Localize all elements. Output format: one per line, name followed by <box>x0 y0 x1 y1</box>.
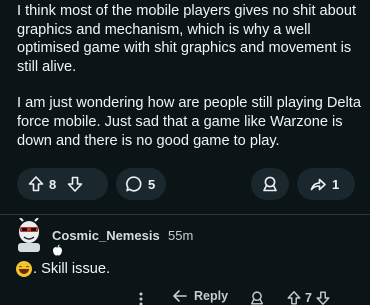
share-icon <box>310 178 326 191</box>
comment-vote-count: 7 <box>305 291 312 305</box>
post-paragraph: I think most of the mobile players gives… <box>17 3 357 75</box>
share-count: 1 <box>332 176 340 192</box>
comment-count: 5 <box>148 176 156 192</box>
post-detail-view: I think most of the mobile players gives… <box>0 0 370 305</box>
post-body: I think most of the mobile players gives… <box>17 2 362 150</box>
avatar[interactable] <box>14 218 44 252</box>
downvote-icon[interactable] <box>315 290 331 305</box>
vote-control: 8 <box>17 168 108 200</box>
downvote-icon[interactable] <box>66 175 84 193</box>
more-options-icon[interactable] <box>136 291 146 305</box>
comment-action-bar: Reply 7 <box>0 289 370 305</box>
comment-body: . Skill issue. <box>16 261 110 277</box>
post-paragraph: I am just wondering how are people still… <box>17 95 361 149</box>
reply-label: Reply <box>194 289 229 303</box>
reply-button[interactable]: Reply <box>172 289 228 303</box>
award-button[interactable] <box>251 168 289 200</box>
award-icon <box>263 176 277 192</box>
apple-icon <box>53 244 62 256</box>
award-icon[interactable] <box>249 290 265 305</box>
share-button[interactable]: 1 <box>297 168 355 200</box>
upvote-icon[interactable] <box>286 290 302 305</box>
upvote-icon[interactable] <box>27 175 45 193</box>
comment-vote-control: 7 <box>286 290 331 305</box>
reply-icon <box>173 290 187 302</box>
laughing-emoji-icon <box>16 261 32 277</box>
vote-count: 8 <box>49 176 57 192</box>
comment-timestamp: 55m <box>168 228 194 243</box>
section-divider <box>0 214 370 215</box>
comment-bubble-icon <box>126 176 142 192</box>
post-action-bar: 8 5 1 <box>0 168 370 200</box>
comments-button[interactable]: 5 <box>116 168 166 200</box>
comment-username[interactable]: Cosmic_Nemesis <box>52 228 160 243</box>
comment-text: . Skill issue. <box>33 261 111 277</box>
